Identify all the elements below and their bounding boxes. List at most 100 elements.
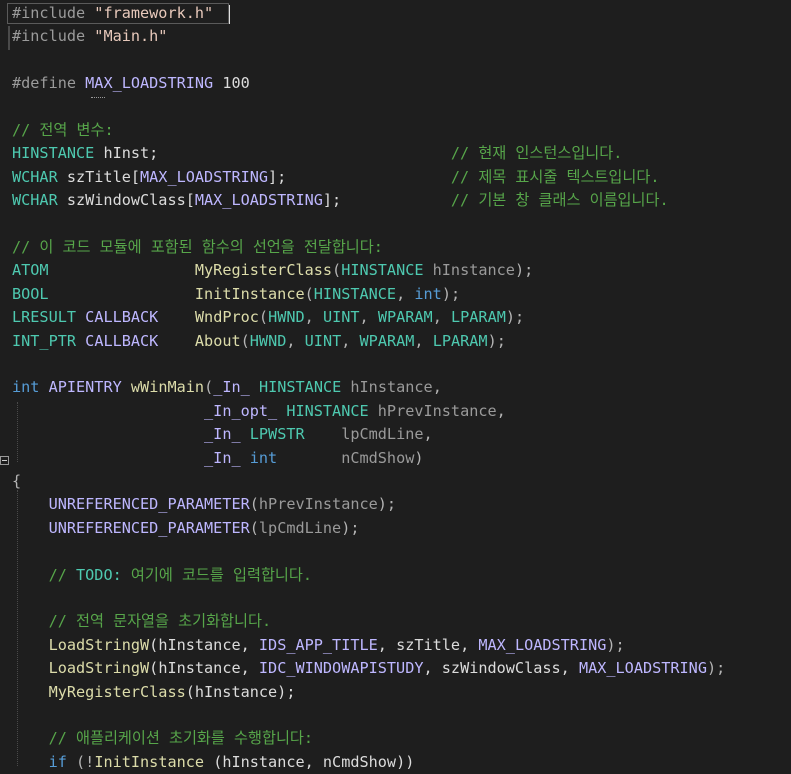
code-token: UINT: [322, 308, 360, 327]
code-editor[interactable]: #include "framework.h" #include "Main.h" #…: [0, 0, 791, 771]
code-token: szWindowClass[: [57, 191, 195, 210]
code-token: (: [304, 284, 314, 303]
code-line[interactable]: // 애플리케이션 초기화를 수행합니다:: [12, 727, 313, 750]
code-token: WndProc: [194, 308, 259, 327]
code-token: HINSTANCE: [286, 401, 369, 420]
code-line[interactable]: #include "framework.h": [12, 2, 213, 25]
code-token: , szWindowClass,: [423, 659, 579, 678]
code-token: (: [249, 495, 259, 514]
code-token: hPrevInstance: [368, 401, 497, 420]
code-line[interactable]: _In_ LPWSTR lpCmdLine,: [12, 423, 433, 446]
code-token: HINSTANCE: [12, 144, 95, 163]
code-token: // 기본 창 클래스 이름입니다.: [450, 191, 669, 210]
code-line[interactable]: int APIENTRY wWinMain(_In_ HINSTANCE hIn…: [12, 376, 442, 399]
code-token: TODO:: [76, 565, 122, 584]
code-token: HINSTANCE: [341, 261, 424, 280]
code-token: ,: [414, 331, 433, 350]
code-token: (!: [66, 752, 95, 771]
code-token: HINSTANCE: [313, 284, 397, 303]
code-token: ): [414, 448, 424, 467]
code-token: // 애플리케이션 초기화를 수행합니다:: [48, 729, 314, 748]
code-line[interactable]: if (!InitInstance (hInstance, nCmdShow)): [12, 751, 415, 774]
code-token: UNREFERENCED_PARAMETER: [48, 495, 250, 514]
code-token: HINSTANCE: [258, 378, 342, 397]
code-token: ,: [432, 378, 442, 397]
code-token: // 현재 인스턴스입니다.: [450, 144, 623, 163]
code-line[interactable]: {: [12, 470, 21, 493]
code-token: WCHAR: [12, 191, 58, 210]
code-token: if: [48, 752, 67, 771]
code-token: hInstance: [423, 261, 515, 280]
code-token: #include: [12, 27, 95, 46]
code-token: ,: [396, 284, 415, 303]
code-line[interactable]: INT_PTR CALLBACK About(HWND, UINT, WPARA…: [12, 330, 506, 353]
fold-toggle-icon[interactable]: [0, 456, 9, 465]
code-line[interactable]: MyRegisterClass(hInstance);: [12, 681, 296, 704]
code-token: ,: [286, 331, 305, 350]
code-token: // 제목 표시줄 텍스트입니다.: [450, 167, 660, 186]
code-token: MAX_LOADSTRING: [578, 659, 707, 678]
code-token: );: [341, 518, 360, 537]
code-line[interactable]: LoadStringW(hInstance, IDC_WINDOWAPISTUD…: [12, 657, 726, 680]
code-token: 여기에 코드를 입력합니다.: [121, 565, 313, 584]
code-token: UINT: [304, 331, 342, 350]
code-line[interactable]: LRESULT CALLBACK WndProc(HWND, UINT, WPA…: [12, 306, 524, 329]
code-line[interactable]: #include "Main.h": [12, 25, 167, 48]
code-token: szTitle[: [57, 167, 141, 186]
code-token: (: [332, 261, 342, 280]
code-token: _In_: [204, 425, 241, 444]
code-token: lpCmdLine: [341, 425, 424, 444]
code-token: nCmdShow: [341, 448, 415, 467]
code-line[interactable]: BOOL InitInstance(HINSTANCE, int);: [12, 283, 460, 306]
code-token: //: [48, 565, 77, 584]
code-token: InitInstance: [94, 752, 205, 771]
code-line[interactable]: UNREFERENCED_PARAMETER(lpCmdLine);: [12, 517, 360, 540]
code-line[interactable]: // 전역 문자열을 초기화합니다.: [12, 610, 272, 633]
code-token: // 전역 변수:: [12, 121, 114, 139]
code-token: IDS_APP_TITLE: [258, 635, 378, 654]
code-token: LoadStringW: [48, 635, 150, 654]
code-line[interactable]: WCHAR szWindowClass[MAX_LOADSTRING]; // …: [12, 189, 669, 212]
code-line[interactable]: ATOM MyRegisterClass(HINSTANCE hInstance…: [12, 259, 533, 282]
code-token: INT_PTR: [12, 331, 77, 350]
code-token: IDC_WINDOWAPISTUDY: [258, 659, 424, 678]
code-token: (: [258, 308, 269, 327]
code-line[interactable]: HINSTANCE hInst; // 현재 인스턴스입니다.: [12, 142, 622, 165]
code-line[interactable]: _In_ int nCmdShow): [12, 447, 424, 470]
code-token: HWND: [249, 331, 287, 350]
code-token: LoadStringW: [48, 659, 150, 678]
code-token: APIENTRY: [48, 378, 122, 397]
code-token: // 전역 문자열을 초기화합니다.: [48, 612, 272, 631]
code-token: );: [505, 308, 525, 327]
code-token: , szTitle,: [377, 635, 479, 654]
code-line[interactable]: WCHAR szTitle[MAX_LOADSTRING]; // 제목 표시줄…: [12, 166, 659, 189]
code-token: ,: [496, 401, 506, 420]
code-token: LPARAM: [451, 308, 506, 327]
code-token: (hInstance,: [149, 659, 259, 678]
code-line[interactable]: // 전역 변수:: [12, 119, 114, 142]
code-token: hPrevInstance: [258, 495, 378, 514]
code-line[interactable]: LoadStringW(hInstance, IDS_APP_TITLE, sz…: [12, 634, 625, 657]
code-token: LPARAM: [432, 331, 488, 350]
code-token: MAX_LOADSTRING: [140, 167, 269, 186]
code-line[interactable]: UNREFERENCED_PARAMETER(hPrevInstance);: [12, 493, 397, 516]
code-line[interactable]: _In_opt_ HINSTANCE hPrevInstance,: [12, 400, 506, 423]
code-line[interactable]: #define MAX_LOADSTRING 100: [12, 72, 250, 95]
code-line[interactable]: // 이 코드 모듈에 포함된 함수의 선언을 전달합니다:: [12, 236, 383, 259]
code-line[interactable]: // TODO: 여기에 코드를 입력합니다.: [12, 564, 312, 587]
code-token: ,: [341, 331, 360, 350]
